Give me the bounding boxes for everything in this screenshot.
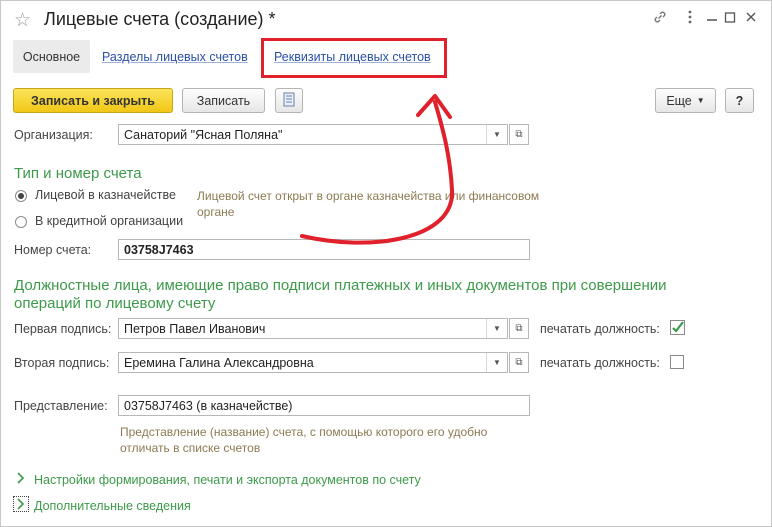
- save-and-close-button[interactable]: Записать и закрыть: [13, 88, 173, 113]
- presentation-label: Представление:: [14, 399, 108, 413]
- save-label: Записать: [196, 93, 251, 108]
- more-label: Еще: [666, 93, 692, 108]
- highlight-box: [261, 38, 447, 78]
- chevron-down-icon[interactable]: ▼: [486, 319, 507, 338]
- account-section-title: Тип и номер счета: [14, 165, 142, 182]
- maximize-icon[interactable]: [720, 9, 740, 29]
- tab-account-sections[interactable]: Разделы лицевых счетов: [102, 50, 248, 64]
- print-position-label: печатать должность:: [540, 322, 660, 336]
- organization-value: Санаторий "Ясная Поляна": [124, 127, 283, 142]
- window-title: Лицевые счета (создание) *: [44, 9, 276, 29]
- save-and-close-label: Записать и закрыть: [31, 93, 155, 108]
- minimize-icon[interactable]: [702, 9, 722, 29]
- second-signature-field[interactable]: Еремина Галина Александровна ▼: [118, 352, 508, 373]
- second-signature-label: Вторая подпись:: [14, 356, 110, 370]
- chevron-right-icon[interactable]: [17, 472, 25, 487]
- organization-label: Организация:: [14, 128, 93, 142]
- help-label: ?: [735, 93, 744, 108]
- export-settings-link[interactable]: Настройки формирования, печати и экспорт…: [34, 473, 421, 487]
- second-print-checkbox[interactable]: [670, 355, 684, 369]
- dropdown-arrow-icon: ▼: [696, 96, 705, 105]
- save-button[interactable]: Записать: [182, 88, 265, 113]
- help-button[interactable]: ?: [725, 88, 754, 113]
- account-number-label: Номер счета:: [14, 243, 92, 257]
- open-icon[interactable]: ⧉: [509, 352, 529, 373]
- open-icon[interactable]: ⧉: [509, 124, 529, 145]
- signers-title-line1: Должностные лица, имеющие право подписи …: [14, 277, 667, 294]
- radio-credit-org[interactable]: [15, 216, 27, 228]
- chevron-right-icon[interactable]: [17, 498, 25, 513]
- presentation-value: 03758J7463 (в казначействе): [124, 398, 293, 413]
- additional-info-link[interactable]: Дополнительные сведения: [34, 499, 191, 513]
- more-button[interactable]: Еще ▼: [655, 88, 716, 113]
- presentation-hint-line2: отличать в списке счетов: [120, 441, 261, 455]
- tab-main-label: Основное: [22, 49, 81, 64]
- window-frame: [0, 0, 772, 527]
- first-signature-label: Первая подпись:: [14, 322, 112, 336]
- annotation-arrow: [300, 94, 455, 245]
- presentation-field[interactable]: 03758J7463 (в казначействе): [118, 395, 530, 416]
- print-position-label: печатать должность:: [540, 356, 660, 370]
- close-icon[interactable]: [741, 9, 761, 29]
- first-signature-value: Петров Павел Иванович: [124, 321, 266, 336]
- first-signature-field[interactable]: Петров Павел Иванович ▼: [118, 318, 508, 339]
- radio-treasury[interactable]: [15, 190, 27, 202]
- favorite-star-icon[interactable]: ☆: [14, 9, 31, 32]
- presentation-hint-line1: Представление (название) счета, с помощь…: [120, 425, 488, 439]
- first-print-checkbox[interactable]: [670, 320, 685, 335]
- radio-treasury-label[interactable]: Лицевой в казначействе: [35, 188, 176, 202]
- chevron-down-icon[interactable]: ▼: [486, 353, 507, 372]
- more-icon[interactable]: [680, 9, 700, 29]
- tab-main[interactable]: Основное: [13, 40, 90, 73]
- radio-dot: [18, 193, 24, 199]
- account-number-value: 03758J7463: [124, 242, 194, 257]
- second-signature-value: Еремина Галина Александровна: [124, 355, 314, 370]
- link-icon[interactable]: [650, 9, 670, 29]
- signers-title-line2: операций по лицевому счету: [14, 295, 216, 312]
- radio-credit-org-label[interactable]: В кредитной организации: [35, 214, 183, 228]
- chevron-down-icon[interactable]: ▼: [486, 125, 507, 144]
- open-icon[interactable]: ⧉: [509, 318, 529, 339]
